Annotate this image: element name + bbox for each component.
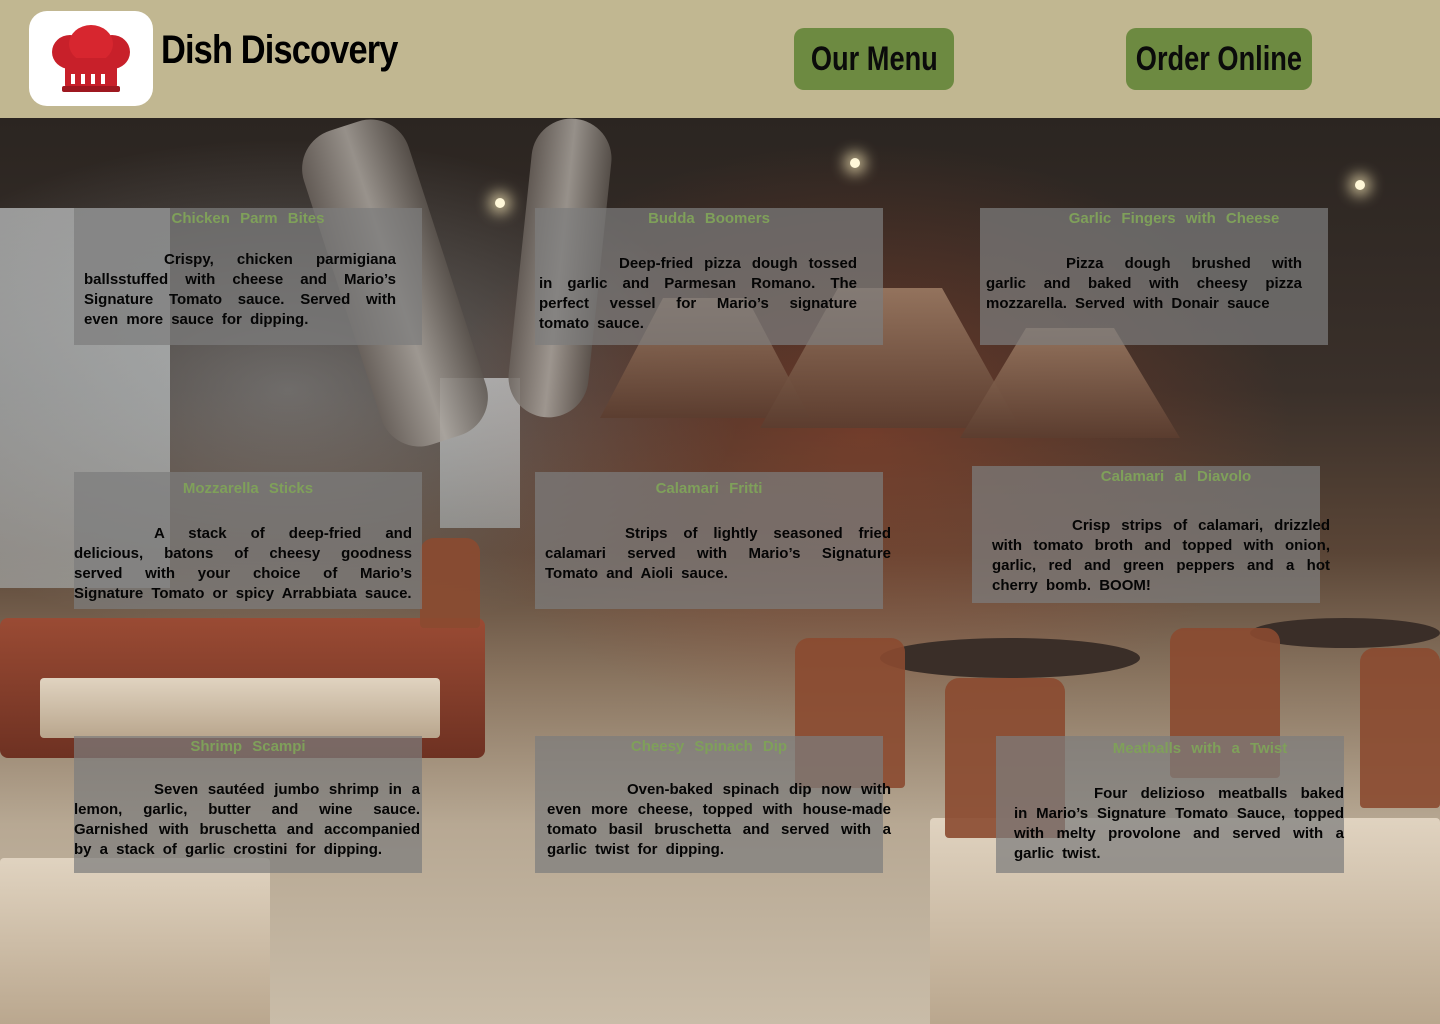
- menu-card[interactable]: Garlic Fingers with Cheese Pizza dough b…: [980, 208, 1328, 345]
- menu-card[interactable]: Meatballs with a Twist Four delizioso me…: [996, 736, 1344, 873]
- menu-item-description: Crisp strips of calamari, drizzled with …: [992, 517, 1330, 594]
- our-menu-button[interactable]: Our Menu: [794, 28, 954, 90]
- menu-item-title: Chicken Parm Bites: [171, 210, 325, 227]
- menu-item-description: A stack of deep-fried and delicious, bat…: [74, 525, 412, 602]
- menu-item-title: Garlic Fingers with Cheese: [1068, 210, 1280, 227]
- menu-item-description: Seven sautéed jumbo shrimp in a lemon, g…: [74, 781, 420, 858]
- menu-card[interactable]: Cheesy Spinach Dip Oven-baked spinach di…: [535, 736, 891, 873]
- menu-card[interactable]: Calamari al Diavolo Crisp strips of cala…: [972, 466, 1330, 603]
- menu-item-description: Four delizioso meatballs baked in Mario’…: [1014, 785, 1344, 862]
- menu-card[interactable]: Shrimp Scampi Seven sautéed jumbo shrimp…: [74, 736, 422, 873]
- site-title: Dish Discovery: [161, 28, 398, 72]
- menu-card[interactable]: Chicken Parm Bites Crispy, chicken parmi…: [74, 208, 422, 345]
- menu-item-description: Crispy, chicken parmigiana ballsstuffed …: [84, 251, 396, 328]
- menu-item-title: Cheesy Spinach Dip: [630, 738, 788, 755]
- menu-item-title: Shrimp Scampi: [190, 738, 306, 755]
- chef-hat-icon: [52, 24, 130, 92]
- menu-item-title: Calamari al Diavolo: [1100, 468, 1252, 485]
- menu-card[interactable]: Mozzarella Sticks A stack of deep-fried …: [74, 472, 422, 609]
- site-header: Dish Discovery Our Menu Order Online: [0, 0, 1440, 118]
- menu-item-description: Oven-baked spinach dip now with even mor…: [547, 781, 891, 858]
- order-online-button[interactable]: Order Online: [1126, 28, 1312, 90]
- menu-item-description: Pizza dough brushed with garlic and bake…: [986, 255, 1302, 312]
- menu-item-description: Strips of lightly seasoned fried calamar…: [545, 525, 891, 582]
- menu-item-title: Meatballs with a Twist: [1112, 740, 1288, 757]
- menu-item-title: Calamari Fritti: [655, 480, 763, 497]
- menu-card[interactable]: Calamari Fritti Strips of lightly season…: [535, 472, 891, 609]
- logo[interactable]: [29, 11, 153, 106]
- menu-card[interactable]: Budda Boomers Deep-fried pizza dough tos…: [535, 208, 883, 345]
- menu-item-title: Mozzarella Sticks: [182, 480, 314, 497]
- menu-item-title: Budda Boomers: [648, 210, 770, 227]
- menu-item-description: Deep-fried pizza dough tossed in garlic …: [539, 255, 857, 332]
